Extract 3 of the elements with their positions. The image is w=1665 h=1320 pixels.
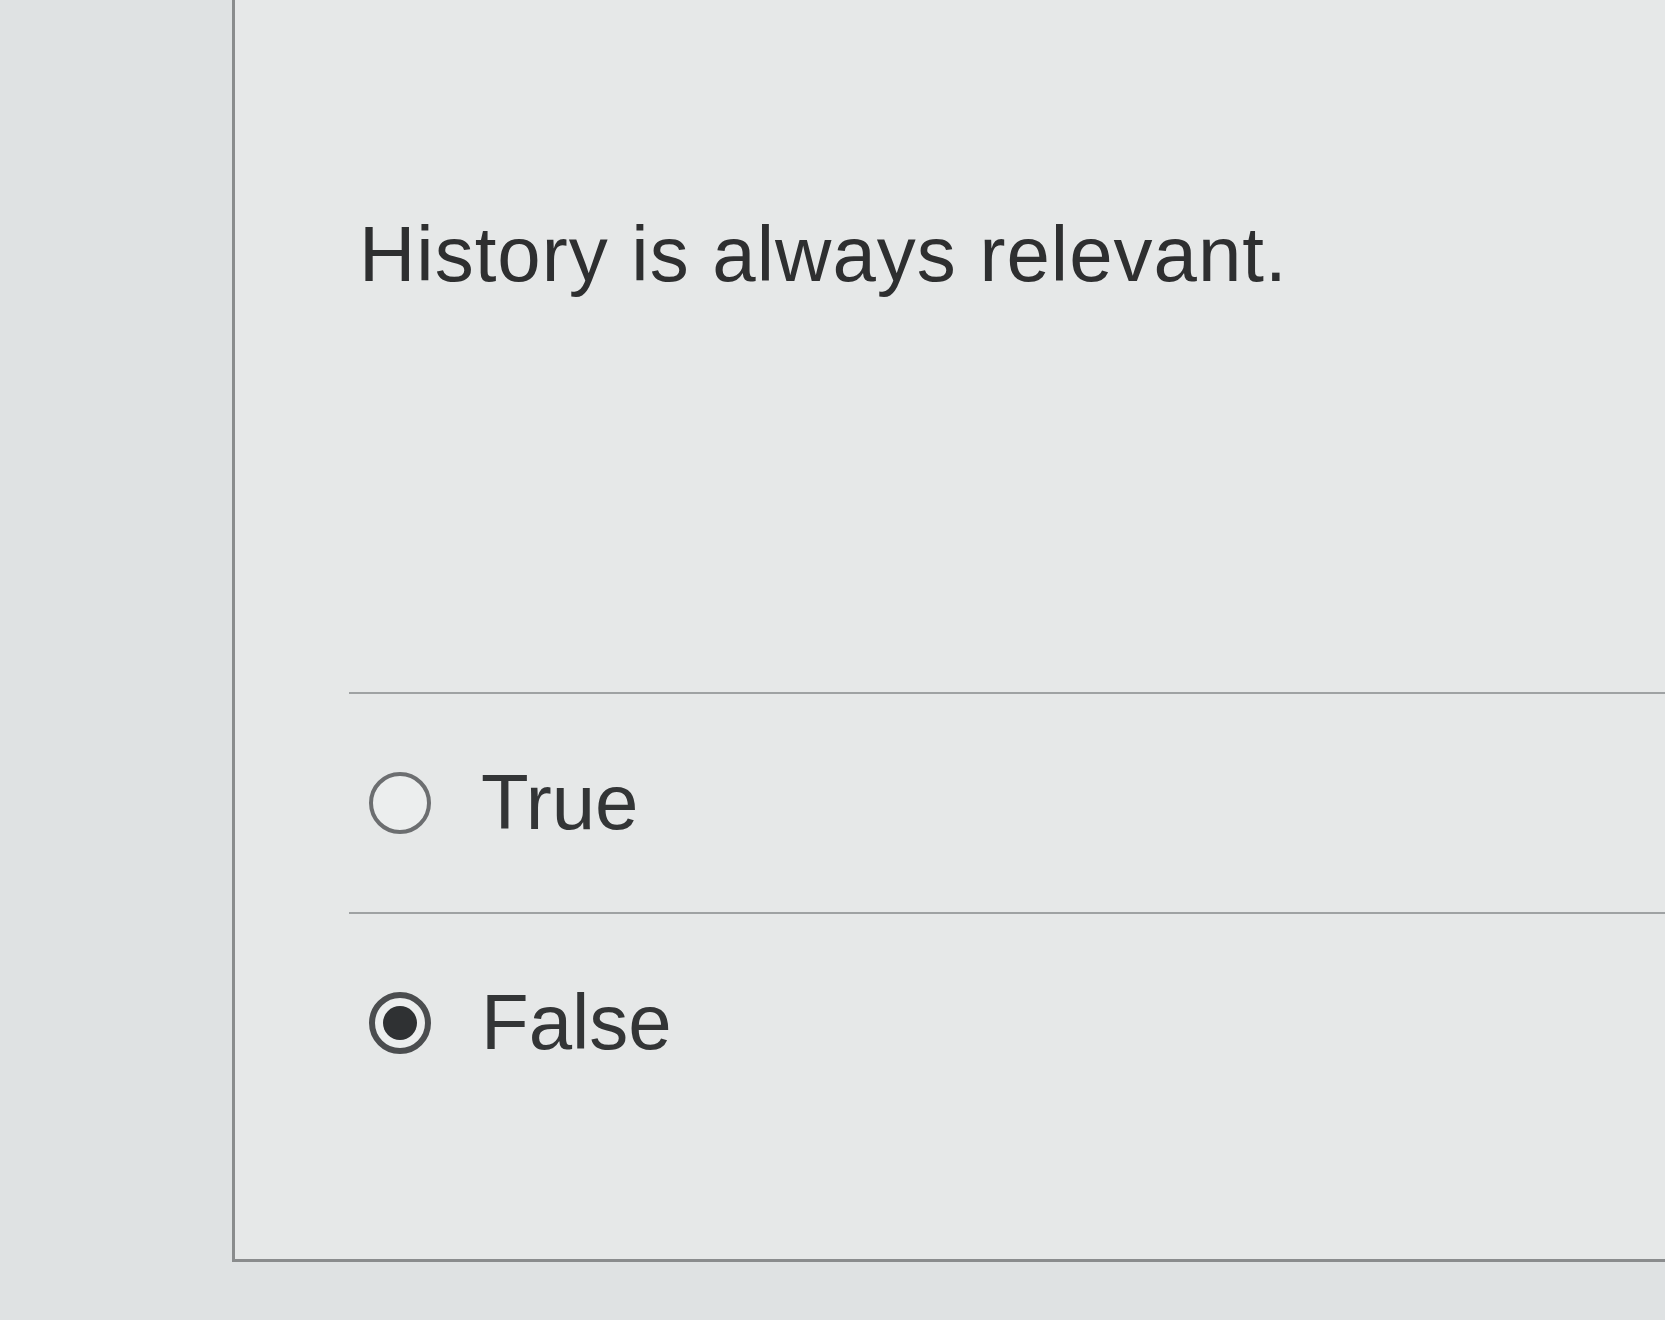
option-label[interactable]: True xyxy=(481,759,639,846)
option-label[interactable]: False xyxy=(481,979,672,1066)
question-text: History is always relevant. xyxy=(359,209,1288,300)
